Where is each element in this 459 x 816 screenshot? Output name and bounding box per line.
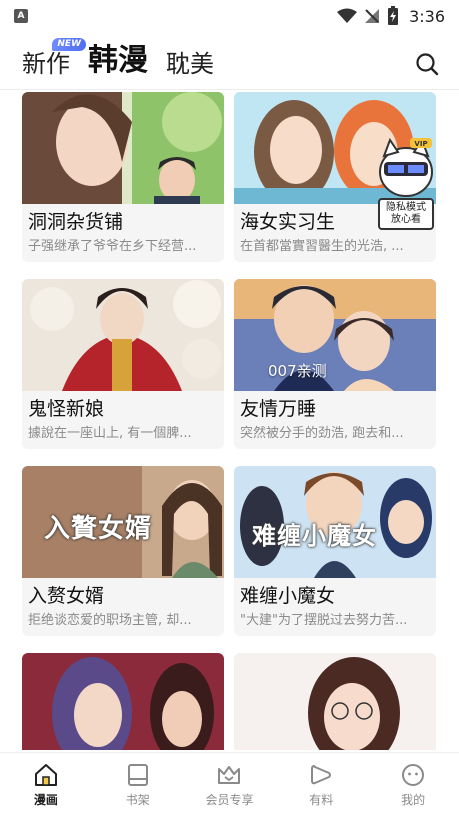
cover-caption: 007亲测 — [268, 362, 327, 380]
bottom-navigation: 漫画 书架 会员专享 有料 我的 — [0, 752, 459, 816]
header-divider — [0, 89, 459, 90]
comic-cover[interactable] — [234, 653, 436, 750]
comic-cover-art — [22, 279, 224, 391]
tab-korean-comics[interactable]: 韩漫 — [88, 46, 148, 76]
nav-item-profile[interactable]: 我的 — [367, 753, 459, 816]
comic-title: 难缠小魔女 — [240, 585, 336, 607]
comic-card[interactable]: 入贅女婿 入赘女婿 拒绝谈恋爱的职场主管, 却... — [22, 466, 224, 636]
comic-title: 入赘女婿 — [28, 585, 105, 607]
tab-danmei[interactable]: 耽美 — [166, 52, 214, 76]
nav-label: 有料 — [309, 792, 334, 807]
tab-new[interactable]: 新作 NEW — [22, 38, 86, 78]
privacy-mode-sticker[interactable]: VIP 隐私模式 放心看 — [372, 130, 440, 234]
top-tab-bar: 新作 NEW 韩漫 耽美 — [0, 34, 459, 88]
nav-item-comics[interactable]: 漫画 — [0, 753, 92, 816]
nav-label: 书架 — [125, 792, 150, 807]
comic-card[interactable]: 洞洞杂货铺 子强继承了爷爷在乡下经营... — [22, 92, 224, 262]
comic-cover-art — [234, 653, 436, 750]
status-icons: 3:36 — [337, 6, 445, 26]
cover-title-art: 入贅女婿 — [44, 514, 153, 544]
play-icon — [311, 764, 332, 784]
tab-danmei-label: 耽美 — [166, 50, 214, 78]
comic-cover-art — [234, 279, 436, 391]
home-icon — [34, 763, 57, 786]
comic-title: 洞洞杂货铺 — [28, 211, 124, 233]
battery-charging-icon — [388, 6, 399, 25]
search-button[interactable] — [413, 50, 441, 78]
comic-cover[interactable]: 入贅女婿 — [22, 466, 224, 578]
tab-new-label: 新作 — [22, 50, 70, 78]
bookshelf-icon — [127, 763, 148, 786]
nav-label: 会员专享 — [205, 792, 254, 807]
comic-title: 鬼怪新娘 — [28, 398, 105, 420]
search-icon — [416, 53, 439, 76]
tab-korean-comics-label: 韩漫 — [88, 43, 148, 78]
status-time: 3:36 — [409, 6, 445, 26]
profile-face-icon — [402, 763, 425, 786]
status-bar: A 3:36 — [0, 0, 459, 32]
comic-card[interactable]: 007亲测 友情万睡 突然被分手的劲浩, 跑去和... — [234, 279, 436, 449]
comic-cover-art — [22, 92, 224, 204]
app-notification-icon: A — [14, 9, 28, 23]
comic-description: 突然被分手的劲浩, 跑去和... — [240, 426, 404, 441]
comic-description: 據說在一座山上, 有一個脾... — [28, 426, 192, 441]
vip-crown-icon — [218, 765, 241, 784]
vip-mascot-icon: VIP — [379, 137, 433, 197]
comic-title: 友情万睡 — [240, 398, 317, 420]
cover-title-art: 难缠小魔女 — [252, 522, 377, 550]
nav-label: 漫画 — [33, 792, 58, 807]
nav-label: 我的 — [401, 792, 426, 807]
nav-item-feed[interactable]: 有料 — [275, 753, 367, 816]
comic-cover[interactable]: 007亲测 — [234, 279, 436, 391]
nav-item-vip[interactable]: 会员专享 — [184, 753, 276, 816]
wifi-icon — [337, 8, 358, 23]
comic-cover[interactable] — [22, 653, 224, 750]
comic-card[interactable] — [234, 653, 436, 750]
comic-cover[interactable] — [22, 279, 224, 391]
vip-badge-text: VIP — [414, 140, 427, 148]
new-badge: NEW — [52, 38, 86, 51]
comic-cover[interactable] — [22, 92, 224, 204]
comic-cover-art — [22, 653, 224, 750]
comic-description: "大建"为了摆脱过去努力苦... — [240, 613, 408, 628]
comic-card[interactable]: 鬼怪新娘 據說在一座山上, 有一個脾... — [22, 279, 224, 449]
comic-cover[interactable]: 难缠小魔女 — [234, 466, 436, 578]
privacy-mode-label: 隐私模式 放心看 — [378, 198, 434, 230]
comic-description: 子强继承了爷爷在乡下经营... — [28, 239, 197, 254]
comic-card[interactable]: 难缠小魔女 难缠小魔女 "大建"为了摆脱过去努力苦... — [234, 466, 436, 636]
signal-off-icon — [365, 9, 380, 23]
comic-description: 在首都當實習醫生的光浩, ... — [240, 239, 404, 254]
comic-card[interactable] — [22, 653, 224, 750]
comic-description: 拒绝谈恋爱的职场主管, 却... — [28, 613, 192, 628]
nav-item-bookshelf[interactable]: 书架 — [92, 753, 184, 816]
